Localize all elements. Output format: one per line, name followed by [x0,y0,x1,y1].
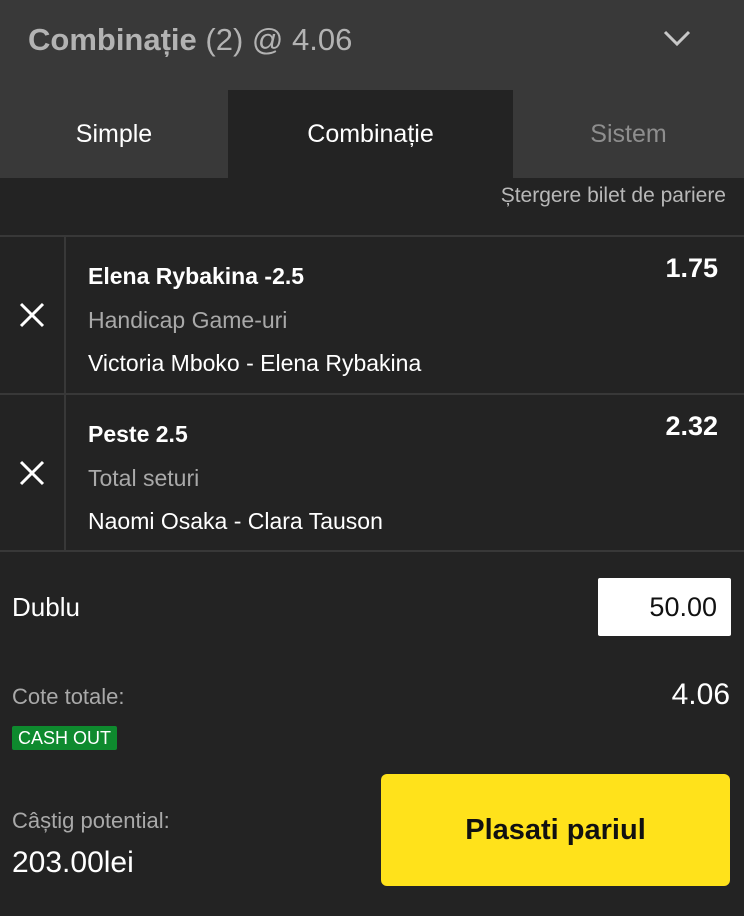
chevron-down-icon[interactable] [662,26,692,50]
stake-input[interactable]: 50.00 [598,578,731,636]
total-odds-label: Cote totale: [12,684,125,709]
betslip-title: Combinație (2) @ 4.06 [28,22,353,57]
remove-selection-button[interactable] [0,237,66,393]
selection-event: Naomi Osaka - Clara Tauson [88,508,383,534]
selection-odds: 2.32 [665,411,718,441]
place-bet-button[interactable]: Plasati pariul [381,774,730,886]
selection-event: Victoria Mboko - Elena Rybakina [88,350,422,376]
total-odds-value: 4.06 [671,678,730,711]
selection-market: Total seturi [88,465,200,491]
clear-betslip-link[interactable]: Ștergere bilet de pariere [501,184,726,208]
potential-win-value: 203.00lei [12,846,134,879]
selection-item: Peste 2.5 Total seturi Naomi Osaka - Cla… [0,395,744,551]
selection-item: Elena Rybakina -2.5 Handicap Game-uri Vi… [0,237,744,393]
bet-type-tabs: Simple Combinație Sistem [0,90,744,178]
selection-market: Handicap Game-uri [88,307,288,333]
close-icon [19,460,45,486]
remove-selection-button[interactable] [0,395,66,551]
divider [0,550,744,552]
selection-name: Peste 2.5 [88,421,188,447]
betslip-header[interactable]: Combinație (2) @ 4.06 [0,0,744,90]
tab-sistem[interactable]: Sistem [513,90,744,178]
cashout-badge: CASH OUT [12,726,118,750]
bet-type-label: Dublu [12,592,80,622]
selection-odds: 1.75 [665,253,718,283]
close-icon [19,302,45,328]
tab-simple[interactable]: Simple [0,90,228,178]
tab-combinatie[interactable]: Combinație [228,90,513,178]
selection-name: Elena Rybakina -2.5 [88,263,305,289]
potential-win-label: Câștig potential: [12,808,170,833]
